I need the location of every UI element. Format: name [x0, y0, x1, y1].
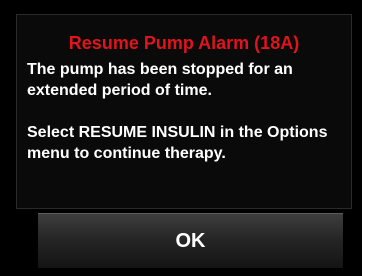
alarm-dialog: Resume Pump Alarm (18A) The pump has bee…	[16, 14, 352, 209]
ok-button[interactable]: OK	[38, 213, 343, 268]
alarm-message: The pump has been stopped for an extende…	[27, 59, 351, 164]
alarm-title: Resume Pump Alarm (18A)	[68, 33, 300, 53]
device-screen: Resume Pump Alarm (18A) The pump has bee…	[0, 0, 362, 276]
alarm-message-line-1: The pump has been stopped for an extende…	[27, 61, 293, 99]
alarm-message-line-2: Select RESUME INSULIN in the Options men…	[27, 124, 328, 162]
